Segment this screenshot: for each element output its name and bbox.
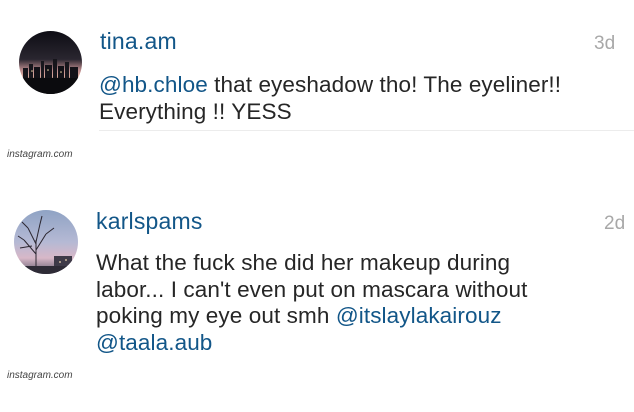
- comment-timestamp: 3d: [594, 33, 616, 54]
- comment-text-segment: labor... I can't even put on mascara wit…: [96, 276, 528, 302]
- source-watermark: instagram.com: [7, 370, 73, 381]
- mention-link[interactable]: @hb.chloe: [99, 72, 208, 97]
- user-avatar[interactable]: [19, 31, 82, 94]
- city-skyline-sunset-avatar: [19, 31, 82, 94]
- comment-text: @hb.chloe that eyeshadow tho! The eyelin…: [99, 72, 619, 125]
- comment-text-segment: What the fuck she did her makeup during: [96, 250, 511, 275]
- mention-link[interactable]: @itslaylakairouz: [336, 303, 502, 328]
- source-watermark: instagram.com: [7, 149, 73, 160]
- comment-timestamp: 2d: [604, 213, 626, 234]
- comment-feed: tina.am 3d @hb.chloe that eyeshadow tho!…: [0, 0, 634, 412]
- bare-tree-sky-avatar: [14, 210, 78, 274]
- comment-item: karlspams 2d What the fuck she did her m…: [0, 170, 634, 412]
- comment-text-segment: Everything !! YESS: [99, 98, 292, 124]
- mention-link[interactable]: @taala.aub: [96, 330, 212, 355]
- user-avatar[interactable]: [14, 210, 78, 274]
- comment-item: tina.am 3d @hb.chloe that eyeshadow tho!…: [0, 0, 634, 170]
- comment-username[interactable]: tina.am: [100, 28, 177, 55]
- comment-text-segment: poking my eye out smh: [96, 303, 336, 328]
- comment-text-segment: that eyeshadow tho! The eyeliner!!: [207, 72, 562, 97]
- comment-text: What the fuck she did her makeup during …: [96, 250, 626, 356]
- comment-username[interactable]: karlspams: [96, 208, 203, 235]
- comment-divider: [99, 130, 634, 131]
